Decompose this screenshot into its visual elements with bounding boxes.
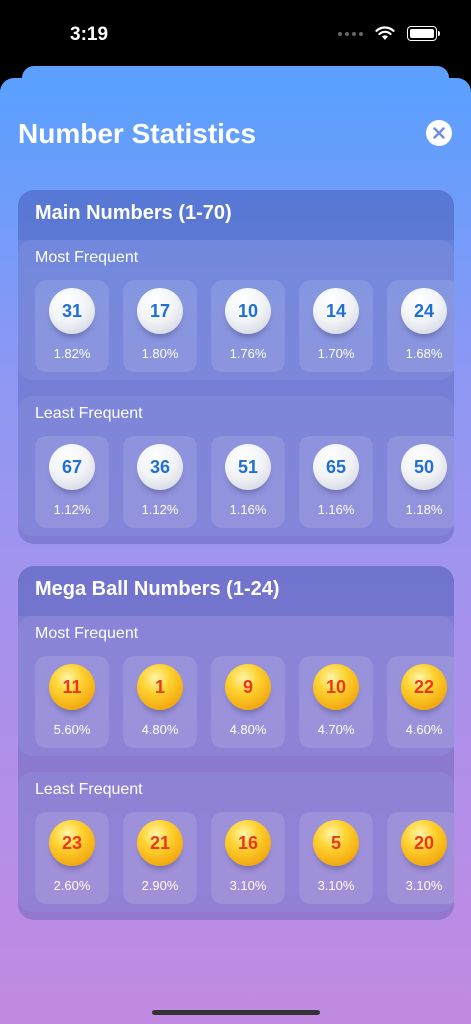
- main-numbers-section: Main Numbers (1-70) Most Frequent 31 1.82% 1…: [18, 190, 454, 544]
- close-button[interactable]: [426, 120, 452, 146]
- mega-ball: 5: [313, 820, 359, 866]
- ball-card-row[interactable]: 31 1.82% 17 1.80% 10 1.76% 14 1.70% 24 1.68%: [35, 280, 454, 372]
- frequency-percent: 3.10%: [405, 878, 443, 893]
- most-frequent-group: Most Frequent 31 1.82% 17 1.80% 10 1.76% 14 1.70…: [18, 240, 454, 380]
- ball-card: 36 1.12%: [123, 436, 197, 528]
- status-icons: [338, 26, 440, 41]
- frequency-percent: 1.70%: [317, 346, 355, 361]
- cellular-signal-icon: [338, 31, 363, 36]
- ball-card: 51 1.16%: [211, 436, 285, 528]
- ball-card: 5 3.10%: [299, 812, 373, 904]
- mega-ball: 21: [137, 820, 183, 866]
- ball-card: 65 1.16%: [299, 436, 373, 528]
- number-ball: 65: [313, 444, 359, 490]
- group-title: Least Frequent: [35, 405, 143, 422]
- number-ball: 17: [137, 288, 183, 334]
- frequency-percent: 1.12%: [141, 502, 179, 517]
- number-ball: 10: [225, 288, 271, 334]
- number-ball: 24: [401, 288, 447, 334]
- frequency-percent: 2.60%: [53, 878, 91, 893]
- frequency-percent: 4.70%: [317, 722, 355, 737]
- frequency-percent: 4.80%: [229, 722, 267, 737]
- ball-card: 31 1.82%: [35, 280, 109, 372]
- ball-card: 67 1.12%: [35, 436, 109, 528]
- frequency-percent: 5.60%: [53, 722, 91, 737]
- status-time: 3:19: [70, 24, 109, 45]
- mega-ball: 10: [313, 664, 359, 710]
- frequency-percent: 1.18%: [405, 502, 443, 517]
- ball-card-row[interactable]: 67 1.12% 36 1.12% 51 1.16% 65 1.16% 50 1.18%: [35, 436, 454, 528]
- number-ball: 14: [313, 288, 359, 334]
- ball-card-row[interactable]: 23 2.60% 21 2.90% 16 3.10% 5 3.10% 20 3.10%: [35, 812, 454, 904]
- ball-card: 10 1.76%: [211, 280, 285, 372]
- ball-card: 9 4.80%: [211, 656, 285, 748]
- wifi-icon: [375, 26, 395, 40]
- ball-card: 50 1.18%: [387, 436, 454, 528]
- ball-card: 1 4.80%: [123, 656, 197, 748]
- frequency-percent: 3.10%: [229, 878, 267, 893]
- least-frequent-group: Least Frequent 23 2.60% 21 2.90% 16 3.10% 5 3.10…: [18, 772, 454, 912]
- frequency-percent: 1.80%: [141, 346, 179, 361]
- mega-ball-section: Mega Ball Numbers (1-24) Most Frequent 11 5…: [18, 566, 454, 920]
- number-ball: 50: [401, 444, 447, 490]
- section-title: Mega Ball Numbers (1-24): [18, 566, 454, 616]
- ball-card: 16 3.10%: [211, 812, 285, 904]
- home-indicator[interactable]: [152, 1010, 320, 1015]
- most-frequent-group: Most Frequent 11 5.60% 1 4.80% 9 4.80% 10 4.70% 2…: [18, 616, 454, 756]
- ball-card: 17 1.80%: [123, 280, 197, 372]
- frequency-percent: 1.76%: [229, 346, 267, 361]
- ball-card: 22 4.60%: [387, 656, 454, 748]
- mega-ball: 11: [49, 664, 95, 710]
- number-ball: 31: [49, 288, 95, 334]
- ball-card: 14 1.70%: [299, 280, 373, 372]
- ball-card: 11 5.60%: [35, 656, 109, 748]
- frequency-percent: 1.12%: [53, 502, 91, 517]
- frequency-percent: 2.90%: [141, 878, 179, 893]
- frequency-percent: 1.16%: [229, 502, 267, 517]
- frequency-percent: 4.80%: [141, 722, 179, 737]
- ball-card: 20 3.10%: [387, 812, 454, 904]
- frequency-percent: 1.16%: [317, 502, 355, 517]
- section-title: Main Numbers (1-70): [18, 190, 454, 240]
- frequency-percent: 1.68%: [405, 346, 443, 361]
- page-title: Number Statistics: [18, 118, 257, 149]
- ball-card: 21 2.90%: [123, 812, 197, 904]
- frequency-percent: 4.60%: [405, 722, 443, 737]
- group-title: Least Frequent: [35, 781, 143, 798]
- mega-ball: 23: [49, 820, 95, 866]
- ball-card: 24 1.68%: [387, 280, 454, 372]
- statistics-sheet: Number Statistics Main Numbers (1-70) Mos…: [0, 78, 471, 1024]
- mega-ball: 1: [137, 664, 183, 710]
- frequency-percent: 1.82%: [53, 346, 91, 361]
- frequency-percent: 3.10%: [317, 878, 355, 893]
- number-ball: 36: [137, 444, 183, 490]
- mega-ball: 22: [401, 664, 447, 710]
- group-title: Most Frequent: [35, 625, 139, 642]
- mega-ball: 20: [401, 820, 447, 866]
- mega-ball: 9: [225, 664, 271, 710]
- battery-icon: [407, 26, 440, 41]
- ball-card: 10 4.70%: [299, 656, 373, 748]
- number-ball: 67: [49, 444, 95, 490]
- mega-ball: 16: [225, 820, 271, 866]
- number-ball: 51: [225, 444, 271, 490]
- group-title: Most Frequent: [35, 249, 139, 266]
- ball-card: 23 2.60%: [35, 812, 109, 904]
- close-x-icon: [433, 127, 445, 139]
- status-bar: 3:19: [0, 0, 471, 70]
- least-frequent-group: Least Frequent 67 1.12% 36 1.12% 51 1.16% 65 1.1…: [18, 396, 454, 536]
- ball-card-row[interactable]: 11 5.60% 1 4.80% 9 4.80% 10 4.70% 22 4.60%: [35, 656, 454, 748]
